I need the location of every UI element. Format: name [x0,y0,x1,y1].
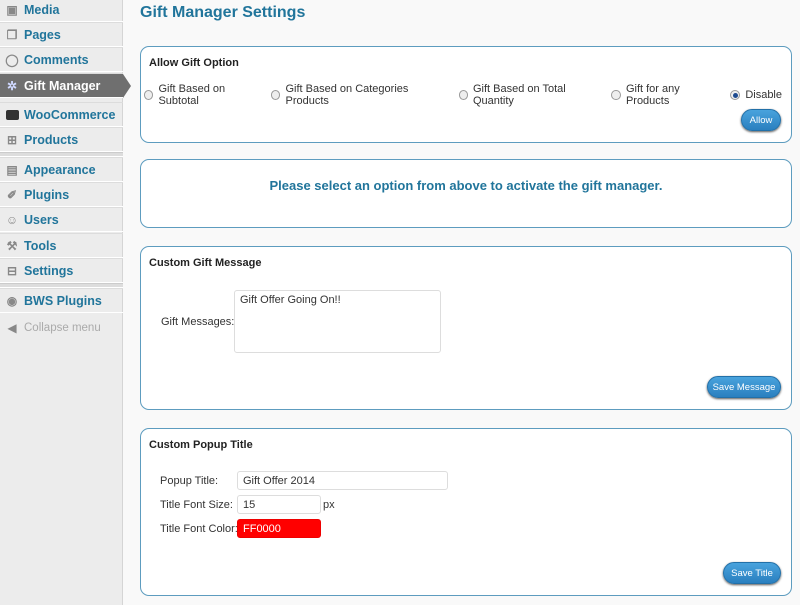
sidebar-item-users[interactable]: ☺ Users [0,207,123,232]
panel-title: Custom Gift Message [149,257,262,269]
title-font-color-input[interactable]: FF0000 [237,519,321,538]
sidebar-item-products[interactable]: ⊞ Products [0,127,123,152]
pages-icon: ❐ [6,27,18,42]
settings-icon: ⊟ [6,263,18,278]
collapse-arrow-icon: ◀ [7,320,17,335]
allow-gift-option-panel: Allow Gift Option Gift Based on Subtotal… [140,46,792,143]
custom-gift-message-panel: Custom Gift Message Gift Messages: Gift … [140,246,792,410]
plug-icon: ✐ [6,187,18,202]
sidebar-item-gift-manager[interactable]: ✲ Gift Manager [0,73,131,98]
title-font-color-label: Title Font Color: [160,523,238,535]
title-font-size-input[interactable]: 15 [237,495,321,514]
appearance-icon: ▤ [6,162,18,177]
gift-messages-textarea[interactable]: Gift Offer Going On!! [234,290,441,353]
sidebar-item-media[interactable]: ▣ Media [0,0,123,22]
radio-button[interactable] [271,90,281,100]
comments-icon: ◯ [5,52,19,67]
save-title-button[interactable]: Save Title [723,562,781,584]
users-icon: ☺ [5,212,19,227]
sidebar-item-woocommerce[interactable]: WooCommerce [0,102,123,127]
sidebar-item-plugins[interactable]: ✐ Plugins [0,182,123,207]
radio-button[interactable] [611,90,621,100]
sidebar-item-appearance[interactable]: ▤ Appearance [0,157,123,182]
font-size-unit: px [323,499,335,511]
collapse-menu-button[interactable]: ◀ Collapse menu [0,315,123,340]
sidebar-item-tools[interactable]: ⚒ Tools [0,233,123,258]
notice-text: Please select an option from above to ac… [269,178,663,193]
admin-sidebar: ▣ Media ❐ Pages ◯ Comments ✲ Gift Manager Wo… [0,0,131,605]
woocommerce-icon [5,108,19,122]
sidebar-item-bws-plugins[interactable]: ◉ BWS Plugins [0,288,123,313]
gift-option-radio-group: Gift Based on Subtotal Gift Based on Cat… [144,83,791,107]
popup-title-input[interactable]: Gift Offer 2014 [237,471,448,490]
radio-any-products[interactable]: Gift for any Products [611,83,719,107]
cart-icon: ⊞ [6,132,18,147]
sidebar-item-pages[interactable]: ❐ Pages [0,22,123,47]
radio-button[interactable] [144,90,154,100]
title-font-size-label: Title Font Size: [160,499,233,511]
radio-total-quantity[interactable]: Gift Based on Total Quantity [458,83,601,107]
notice-panel: Please select an option from above to ac… [140,159,792,228]
save-message-button[interactable]: Save Message [707,376,781,398]
popup-title-label: Popup Title: [160,475,219,487]
custom-popup-title-panel: Custom Popup Title Popup Title: Gift Off… [140,428,792,596]
media-icon: ▣ [6,2,18,17]
panel-title: Allow Gift Option [149,57,239,69]
radio-subtotal[interactable]: Gift Based on Subtotal [144,83,261,107]
gift-messages-label: Gift Messages: [161,316,235,328]
page-title: Gift Manager Settings [140,4,306,21]
tools-icon: ⚒ [6,238,18,253]
radio-button-selected[interactable] [730,90,741,100]
bws-icon: ◉ [6,293,18,308]
gear-icon: ✲ [6,78,18,93]
panel-title: Custom Popup Title [149,439,253,451]
radio-button[interactable] [458,90,468,100]
radio-disable[interactable]: Disable [730,83,782,107]
sidebar-item-settings[interactable]: ⊟ Settings [0,258,123,283]
sidebar-item-comments[interactable]: ◯ Comments [0,47,123,72]
radio-categories[interactable]: Gift Based on Categories Products [271,83,443,107]
allow-button[interactable]: Allow [741,109,781,131]
